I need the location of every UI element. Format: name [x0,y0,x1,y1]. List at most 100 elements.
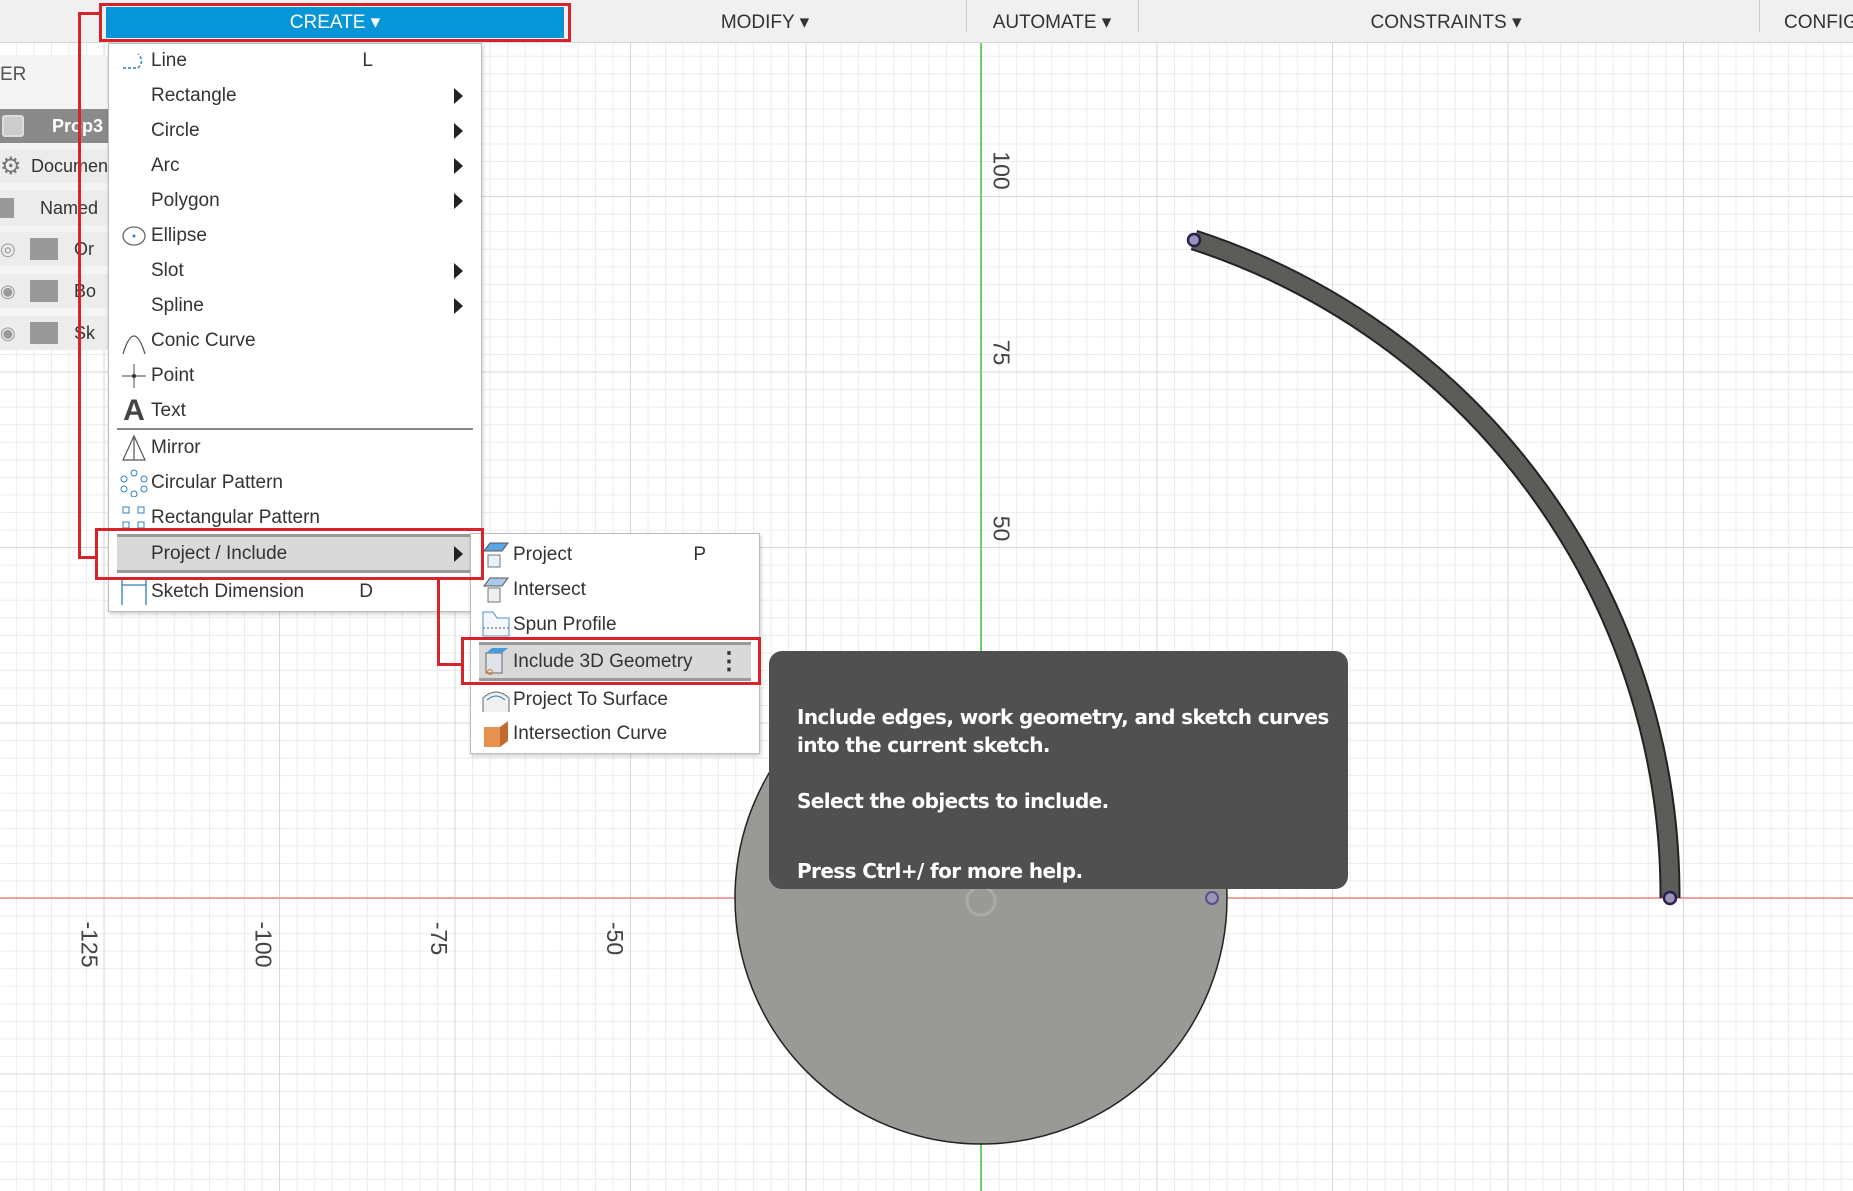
submenu-arrow-icon [454,262,463,279]
browser-row-document-settings[interactable]: ⚙ Documen [0,149,108,183]
circular-pattern-icon [117,469,151,497]
line-icon [117,51,151,71]
menu-item-label: Point [151,364,195,386]
menu-item-label: Rectangle [151,84,237,106]
browser-row-named-views[interactable]: Named [0,191,108,225]
connector [437,663,463,666]
browser-row-sketches[interactable]: ◉ Sk [0,316,108,350]
divider [1138,0,1139,32]
y-axis-label: 50 [988,515,1015,542]
menu-item-line[interactable]: Line L [117,43,473,78]
menu-item-label: Circular Pattern [151,471,283,493]
menu-item-circular-pattern[interactable]: Circular Pattern [117,465,473,500]
connector [78,12,81,559]
menu-item-label: Conic Curve [151,329,256,351]
highlight-project-include [95,528,484,580]
arc-endpoint[interactable] [1186,232,1202,248]
y-axis-label: 100 [988,151,1015,190]
eye-icon: ◉ [0,280,16,301]
eye-hidden-icon: ◎ [0,238,16,259]
highlight-create [99,3,571,42]
menu-item-label: Text [151,399,186,421]
browser-row-component[interactable]: Prop3 [0,109,108,143]
tooltip-text: Include edges, work geometry, and sketch… [797,705,1329,729]
tooltip-text: Select the objects to include. [797,789,1109,813]
menu-item-label: Arc [151,154,180,176]
menu-item-rectangle[interactable]: Rectangle [117,78,473,113]
menu-item-slot[interactable]: Slot [117,253,473,288]
menu-item-label: Intersection Curve [513,722,668,744]
menu-item-label: Sketch Dimension [151,580,305,602]
menu-item-label: Rectangular Pattern [151,506,320,528]
menu-item-label: Line [151,49,187,71]
menu-item-label: Project [513,543,573,565]
menu-item-polygon[interactable]: Polygon [117,183,473,218]
browser-header: ER [0,64,27,85]
browser-row-label: Or [74,238,94,259]
menu-item-intersection-curve[interactable]: Intersection Curve [479,716,751,751]
x-axis-label: -50 [602,921,629,956]
connector [437,578,440,666]
menu-item-conic-curve[interactable]: Conic Curve [117,323,473,358]
folder-icon [30,280,58,302]
highlight-include-3d-geometry [461,637,761,685]
menu-item-label: Intersect [513,578,586,600]
x-axis-label: -125 [76,921,103,968]
submenu-arrow-icon [454,157,463,174]
component-icon [2,115,24,137]
folder-icon [30,322,58,344]
submenu-arrow-icon [454,297,463,314]
browser-panel: ER Prop3 ⚙ Documen Named ◎ Or ◉ Bo ◉ Sk [0,55,108,350]
submenu-arrow-icon [454,87,463,104]
browser-row-label: Named [40,197,99,218]
menu-item-label: Slot [151,259,184,281]
menu-item-project[interactable]: Project P [479,537,751,572]
menu-item-spline[interactable]: Spline [117,288,473,323]
modify-tab[interactable]: MODIFY ▾ [700,7,830,38]
menu-item-mirror[interactable]: Mirror [117,430,473,465]
submenu-arrow-icon [454,122,463,139]
menu-item-label: Spline [151,294,204,316]
point-icon [117,362,151,390]
arc-endpoint[interactable] [1662,890,1678,906]
tooltip-text: into the current sketch. [797,733,1051,757]
menu-item-label: Circle [151,119,200,141]
menu-item-intersect[interactable]: Intersect [479,572,751,607]
intersect-icon [479,576,513,604]
menu-separator [117,428,473,430]
project-icon [479,541,513,569]
divider [1759,0,1760,32]
menu-item-text[interactable]: A Text [117,393,473,428]
folder-icon [30,238,58,260]
y-axis-label: 75 [988,339,1015,366]
gear-icon: ⚙ [0,152,22,180]
shortcut-key: P [693,543,706,565]
menu-item-label: Mirror [151,436,201,458]
browser-row-bodies[interactable]: ◉ Bo [0,274,108,308]
browser-row-label: Documen [30,155,108,176]
automate-tab[interactable]: AUTOMATE ▾ [982,7,1122,38]
divider [966,0,967,32]
menu-item-label: Spun Profile [513,613,617,635]
menu-item-project-to-surface[interactable]: Project To Surface [479,682,751,717]
x-axis-label: -100 [250,921,277,968]
connector [78,12,102,15]
project-to-surface-icon [479,686,513,714]
menu-item-label: Project To Surface [513,688,668,710]
menu-item-label: Ellipse [151,224,207,246]
menu-item-point[interactable]: Point [117,358,473,393]
menu-item-circle[interactable]: Circle [117,113,473,148]
browser-row-origin[interactable]: ◎ Or [0,232,108,266]
shortcut-key: D [359,580,373,602]
menu-item-arc[interactable]: Arc [117,148,473,183]
create-menu: Line L Rectangle Circle Arc Polygon Ellipse Slo… [108,43,482,612]
menu-item-ellipse[interactable]: Ellipse [117,218,473,253]
ellipse-icon [117,224,151,248]
spun-profile-icon [479,610,513,640]
constraints-tab[interactable]: CONSTRAINTS ▾ [1356,7,1536,38]
sketch-point[interactable] [1205,891,1219,905]
configure-tab[interactable]: CONFIG [1784,7,1853,38]
folder-icon [0,198,14,218]
conic-curve-icon [117,326,151,356]
tooltip-text: Press Ctrl+/ for more help. [797,859,1083,883]
